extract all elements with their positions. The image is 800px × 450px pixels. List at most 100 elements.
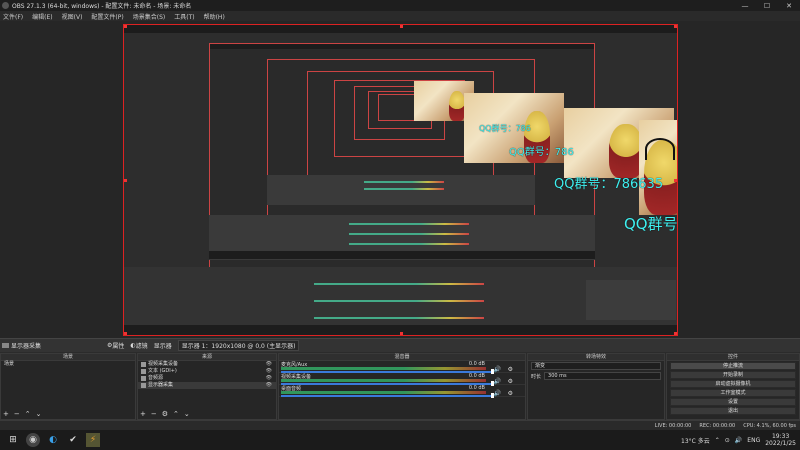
preview-area[interactable]: QQ群号：786 QQ群号：786 QQ群号：786635 QQ群号：78663… [0,21,800,338]
eye-icon[interactable]: 👁 [266,361,272,368]
nested-meter-4 [364,181,444,183]
controls-dock: 控件 停止推流 开始录制 启动虚拟摄像机 工作室模式 设置 退出 [666,353,800,420]
scenes-dock: 场景 场景 + − ⌃ ⌄ [0,353,136,420]
gear-icon[interactable]: ⚙ [508,366,513,373]
speaker-icon[interactable]: 🔊 [494,390,501,397]
volume-icon[interactable]: 🔊 [735,437,742,444]
live-status: LIVE: 00:00:00 [654,422,692,429]
chevron-down-icon[interactable]: ⌄ [184,410,190,418]
menu-file[interactable]: 文件(F) [3,12,23,21]
chevron-down-icon[interactable]: ⌄ [36,410,42,418]
studio-mode-button[interactable]: 工作室模式 [670,389,796,397]
overlay-text-small: QQ群号：786 [479,124,531,133]
mixer-dock: 混音器 麦克风/Aux 0.0 dB 🔊 ⚙ 视频采集设备 0.0 dB 🔊 ⚙… [278,353,526,420]
edge-browser-icon[interactable]: ◐ [46,433,60,447]
source-context-bar: 显示器采集 ⚙ 属性 ◐ 滤镜 显示器 显示器 1：1920x1080 @ 0,0 … [0,338,800,352]
resize-handle-tr[interactable] [674,25,677,28]
preview-canvas[interactable]: QQ群号：786 QQ群号：786 QQ群号：786635 QQ群号：78663… [123,24,678,336]
menu-edit[interactable]: 编辑(E) [32,12,52,21]
menu-scene-collection[interactable]: 场景集合(S) [133,12,166,21]
scenes-toolbar: + − ⌃ ⌄ [3,410,47,418]
source-item[interactable]: 音频源 👁 [138,375,276,382]
sources-toolbar: + − ⚙ ⌃ ⌄ [140,410,195,418]
menu-view[interactable]: 视图(V) [62,12,83,21]
windows-start-icon[interactable]: ⊞ [6,433,20,447]
overlay-text-large: QQ群号：786635 [554,177,664,192]
volume-fader[interactable] [281,395,491,397]
resize-handle-l[interactable] [124,179,127,182]
person-figure [609,124,643,178]
start-recording-button[interactable]: 开始录制 [670,371,796,379]
weather-widget[interactable]: 13°C 多云 [681,436,710,445]
add-icon[interactable]: + [3,410,9,418]
source-item[interactable]: 视频采集设备 👁 [138,361,276,368]
resize-handle-bl[interactable] [124,332,127,335]
remove-icon[interactable]: − [151,410,157,418]
transition-select[interactable]: 渐变 [531,362,661,370]
mixer-channel: 桌面音频 0.0 dB 🔊 ⚙ [279,385,525,398]
minimize-button[interactable]: — [734,0,756,11]
eye-icon[interactable]: 👁 [266,382,272,389]
clock[interactable]: 19:33 2022/1/25 [760,433,796,447]
obs-app-icon [2,2,9,9]
filters-button[interactable]: ◐ 滤镜 [130,341,147,350]
properties-button[interactable]: ⚙ 属性 [107,341,124,350]
sources-dock: 来源 视频采集设备 👁 文本 (GDI+) 👁 音频源 👁 显示器采集 👁 + − ⚙ … [137,353,277,420]
virtual-camera-button[interactable]: 启动虚拟摄像机 [670,380,796,388]
scene-item[interactable]: 场景 [1,361,135,368]
duration-input[interactable]: 300 ms [544,372,661,380]
source-item[interactable]: 文本 (GDI+) 👁 [138,368,276,375]
nested-dock-strip-2 [267,175,535,205]
gear-icon[interactable]: ⚙ [508,378,513,385]
source-item-selected[interactable]: 显示器采集 👁 [138,382,276,389]
nested-meter-5 [364,188,444,190]
language-indicator[interactable]: ENG [747,437,760,444]
text-icon [141,369,146,374]
overlay-text-medium: QQ群号：786 [509,147,574,158]
network-icon[interactable]: ⊙ [725,437,730,444]
menu-help[interactable]: 帮助(H) [204,12,225,21]
speaker-icon[interactable]: 🔊 [494,378,501,385]
mixer-channel: 麦克风/Aux 0.0 dB 🔊 ⚙ [279,361,525,374]
stop-streaming-button[interactable]: 停止推流 [670,362,796,370]
close-button[interactable]: ✕ [778,0,800,11]
chevron-up-icon[interactable]: ⌃ [173,410,179,418]
resize-handle-tl[interactable] [124,25,127,28]
gear-icon[interactable]: ⚙ [508,390,513,397]
camera-icon [141,362,146,367]
resize-handle-br[interactable] [674,332,677,335]
chevron-up-icon[interactable]: ⌃ [715,437,720,444]
add-icon[interactable]: + [140,410,146,418]
window-title: OBS 27.1.3 (64-bit, windows) - 配置文件: 未命名… [12,3,192,10]
windows-taskbar: ⊞ ◉ ◐ ✔ ⚡ 13°C 多云 ⌃ ⊙ 🔊 ENG 19:33 2022/1… [0,430,800,450]
menu-profile[interactable]: 配置文件(P) [91,12,123,21]
remove-icon[interactable]: − [14,410,20,418]
steam-icon[interactable]: ✔ [66,433,80,447]
gear-icon[interactable]: ⚙ [162,410,168,418]
transitions-dock: 转场特效 渐变 时长 300 ms [527,353,665,420]
resize-handle-b[interactable] [400,332,403,335]
settings-button[interactable]: 设置 [670,398,796,406]
person-figure [449,91,465,121]
monitor-icon [2,343,9,348]
docks-area: 显示器采集 ⚙ 属性 ◐ 滤镜 显示器 显示器 1：1920x1080 @ 0,0 … [0,338,800,420]
eye-icon[interactable]: 👁 [266,375,272,382]
mixer-title: 混音器 [279,354,525,361]
resize-handle-r[interactable] [674,179,677,182]
window-titlebar: OBS 27.1.3 (64-bit, windows) - 配置文件: 未命名… [0,0,800,11]
window-controls: — ☐ ✕ [734,0,800,11]
exit-button[interactable]: 退出 [670,407,796,415]
display-select[interactable]: 显示器 1：1920x1080 @ 0,0 (主显示器) [177,340,300,351]
chevron-up-icon[interactable]: ⌃ [25,410,31,418]
mixer-channel: 视频采集设备 0.0 dB 🔊 ⚙ [279,373,525,386]
resize-handle-t[interactable] [400,25,403,28]
nested-meter-8 [314,317,484,319]
obs-taskbar-icon[interactable]: ◉ [26,433,40,447]
speaker-icon[interactable]: 🔊 [494,366,501,373]
app-icon[interactable]: ⚡ [86,433,100,447]
maximize-button[interactable]: ☐ [756,0,778,11]
eye-icon[interactable]: 👁 [266,368,272,375]
duration-label: 时长 [531,373,542,380]
nested-meter-1 [349,223,469,225]
menu-tools[interactable]: 工具(T) [174,12,194,21]
